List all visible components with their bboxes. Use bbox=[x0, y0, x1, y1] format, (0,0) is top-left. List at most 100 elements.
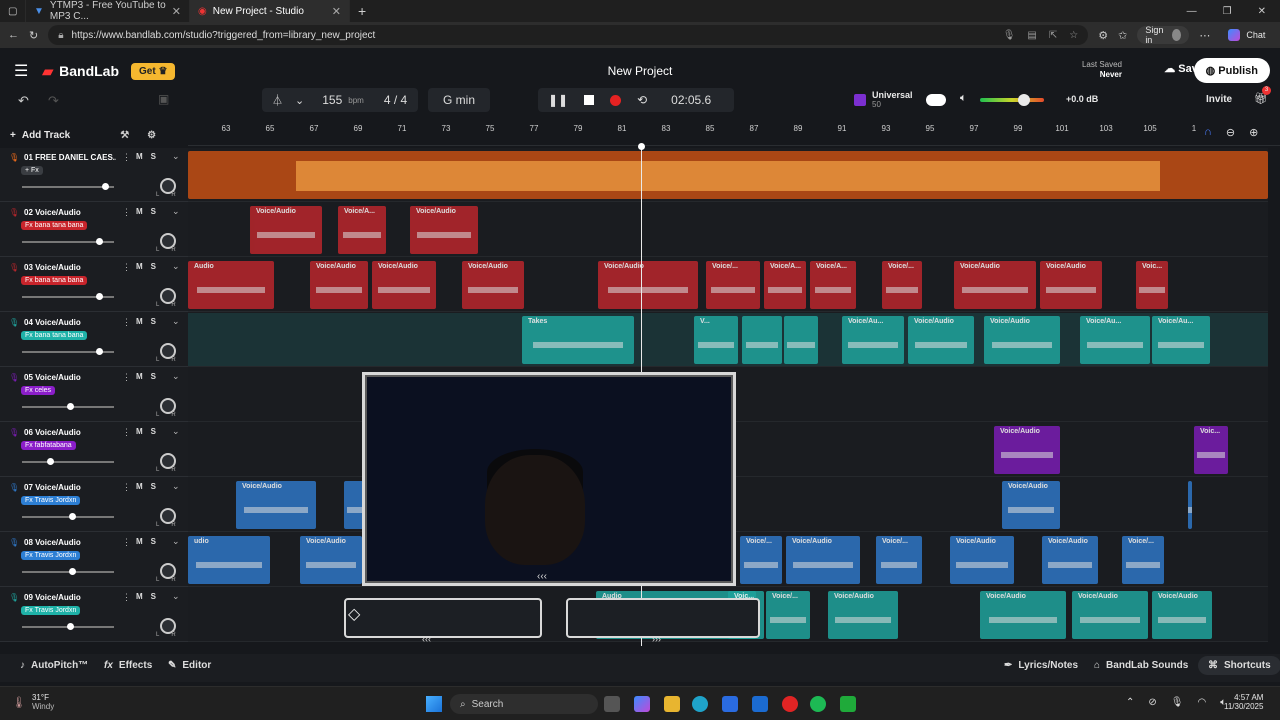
track-header[interactable]: 🎙︎ 07 Voice/Audio ⋮ MS ⌄ Fx Travis Jordxn LR bbox=[0, 478, 188, 532]
track-volume-slider[interactable] bbox=[22, 238, 114, 245]
key-selector[interactable]: G min bbox=[428, 88, 490, 112]
track-header[interactable]: 🎙︎ 01 FREE DANIEL CAES... ⋮ MS ⌄ + Fx LR bbox=[0, 148, 188, 202]
audio-clip[interactable]: Voic... bbox=[1136, 261, 1168, 309]
mixer-icon[interactable]: ▣ bbox=[158, 92, 169, 106]
chevron-down-icon[interactable]: ⌄ bbox=[172, 206, 180, 217]
master-volume-slider[interactable] bbox=[980, 94, 1044, 106]
weather-widget[interactable]: 🌡︎ 31°F Windy bbox=[12, 693, 54, 711]
track-menu-icon[interactable]: ⋮ bbox=[122, 317, 131, 328]
fx-badge[interactable]: Fx fabfatabana bbox=[21, 441, 76, 450]
track-menu-icon[interactable]: ⋮ bbox=[122, 152, 131, 163]
audio-clip[interactable]: Voice/Au... bbox=[1080, 316, 1150, 364]
copilot-app-icon[interactable] bbox=[634, 696, 650, 712]
chevron-down-icon[interactable]: ⌄ bbox=[172, 316, 180, 327]
track-volume-slider[interactable] bbox=[22, 623, 114, 630]
close-tab-icon[interactable]: ✕ bbox=[172, 5, 181, 18]
tab-ytmp3[interactable]: ▼ YTMP3 - Free YouTube to MP3 C... ✕ bbox=[26, 0, 190, 22]
audio-clip[interactable]: Voice/... bbox=[766, 591, 810, 639]
xbox-app-icon[interactable] bbox=[840, 696, 856, 712]
lyrics-notes-button[interactable]: ✒︎ Lyrics/Notes bbox=[1004, 660, 1078, 671]
audio-clip[interactable]: Audio bbox=[188, 261, 274, 309]
track-lane[interactable]: Takes V... Voice/Au... Voice/Audio Voice/Aud… bbox=[188, 313, 1268, 367]
zoom-in-icon[interactable]: ⊕ bbox=[1249, 126, 1258, 139]
mic-icon[interactable]: 🎙︎ bbox=[9, 428, 19, 437]
taskbar-search[interactable]: ⌕ Search bbox=[450, 694, 598, 714]
audio-clip[interactable]: Voice/Audio bbox=[372, 261, 436, 309]
audio-clip[interactable]: Voice/Audio bbox=[994, 426, 1060, 474]
mic-icon[interactable]: 🎙︎ bbox=[1003, 30, 1016, 41]
track-volume-slider[interactable] bbox=[22, 458, 114, 465]
tempo-control[interactable]: ⏃ ⌄ 155 bpm 4 / 4 bbox=[262, 88, 418, 112]
track-volume-slider[interactable] bbox=[22, 568, 114, 575]
track-name[interactable]: 06 Voice/Audio bbox=[24, 428, 116, 437]
undo-icon[interactable]: ↶ bbox=[18, 93, 29, 109]
tray-mic-icon[interactable]: 🎙︎ bbox=[1171, 697, 1184, 708]
volume-knob[interactable] bbox=[101, 183, 109, 190]
volume-knob[interactable] bbox=[46, 458, 54, 465]
audio-clip[interactable]: Voice/Audio bbox=[786, 536, 860, 584]
audio-clip[interactable] bbox=[784, 316, 818, 364]
track-name[interactable]: 04 Voice/Audio bbox=[24, 318, 116, 327]
extensions-icon[interactable]: ⚙︎ bbox=[1098, 29, 1108, 42]
chevron-down-icon[interactable]: ⌄ bbox=[172, 591, 180, 602]
tracks-settings-icon[interactable]: ⚙︎ bbox=[147, 130, 156, 141]
track-lane[interactable]: Voice/Audio Voice/A... Voice/Audio bbox=[188, 203, 1268, 257]
url-field[interactable]: 🔒︎ https://www.bandlab.com/studio?trigge… bbox=[48, 25, 1089, 45]
mic-icon[interactable]: 🎙︎ bbox=[9, 208, 19, 217]
window-menu-icon[interactable]: ▢ bbox=[0, 0, 26, 22]
add-track-button[interactable]: Add Track bbox=[22, 130, 70, 141]
track-menu-icon[interactable]: ⋮ bbox=[122, 537, 131, 548]
track-name[interactable]: 01 FREE DANIEL CAES... bbox=[24, 153, 116, 162]
bandlab-sounds-button[interactable]: ⌂ BandLab Sounds bbox=[1094, 660, 1188, 671]
speaker-icon[interactable]: 🔈︎ bbox=[960, 92, 967, 105]
track-name[interactable]: 03 Voice/Audio bbox=[24, 263, 116, 272]
tool-icon[interactable]: ⚒︎ bbox=[120, 130, 129, 141]
magnet-icon[interactable]: ∩ bbox=[1204, 126, 1212, 139]
audio-clip[interactable]: Voice/Audio bbox=[1072, 591, 1148, 639]
audio-clip[interactable]: udio bbox=[188, 536, 270, 584]
fx-badge[interactable]: Fx bana tana bana bbox=[21, 331, 88, 340]
track-header[interactable]: 🎙︎ 04 Voice/Audio ⋮ MS ⌄ Fx bana tana bana LR bbox=[0, 313, 188, 367]
chevron-down-icon[interactable]: ⌄ bbox=[295, 94, 304, 107]
track-name[interactable]: 08 Voice/Audio bbox=[24, 538, 116, 547]
chevron-down-icon[interactable]: ⌄ bbox=[172, 371, 180, 382]
volume-knob[interactable] bbox=[95, 238, 103, 245]
outlook-icon[interactable] bbox=[752, 696, 768, 712]
windows-start-icon[interactable] bbox=[426, 696, 442, 712]
fx-badge[interactable]: Fx Travis Jordxn bbox=[21, 496, 81, 505]
favorites-icon[interactable]: ✩ bbox=[1118, 29, 1127, 42]
playhead-handle[interactable] bbox=[638, 143, 645, 150]
mic-icon[interactable]: 🎙︎ bbox=[9, 153, 19, 162]
fx-badge[interactable]: Fx celes bbox=[21, 386, 56, 395]
more-icon[interactable]: ⋯ bbox=[1199, 29, 1210, 42]
chevron-down-icon[interactable]: ⌄ bbox=[172, 426, 180, 437]
audio-clip[interactable]: Voice/Audio bbox=[410, 206, 478, 254]
plus-icon[interactable]: + bbox=[10, 130, 16, 141]
record-icon[interactable] bbox=[610, 94, 622, 106]
signin-button[interactable]: Sign in bbox=[1137, 25, 1190, 45]
track-header[interactable]: 🎙︎ 08 Voice/Audio ⋮ MS ⌄ Fx Travis Jordxn LR bbox=[0, 533, 188, 587]
track-name[interactable]: 05 Voice/Audio bbox=[24, 373, 116, 382]
mute-solo-buttons[interactable]: MS bbox=[136, 427, 164, 436]
audio-clip[interactable]: Voice/... bbox=[1122, 536, 1164, 584]
audio-clip[interactable] bbox=[188, 151, 1268, 199]
publish-button[interactable]: ◍ Publish bbox=[1193, 58, 1270, 83]
track-menu-icon[interactable]: ⋮ bbox=[122, 372, 131, 383]
audio-clip[interactable]: Voice/Audio bbox=[1152, 591, 1212, 639]
media-icon[interactable]: ▤ bbox=[1027, 30, 1036, 41]
audio-clip[interactable]: Voice/... bbox=[882, 261, 922, 309]
chevron-down-icon[interactable]: ⌄ bbox=[172, 481, 180, 492]
volume-knob[interactable] bbox=[95, 293, 103, 300]
maximize-icon[interactable]: ❐ bbox=[1223, 6, 1232, 17]
fx-badge[interactable]: Fx bana tana bana bbox=[21, 276, 88, 285]
track-header[interactable]: 🎙︎ 06 Voice/Audio ⋮ MS ⌄ Fx fabfatabana LR bbox=[0, 423, 188, 477]
mute-solo-buttons[interactable]: MS bbox=[136, 482, 164, 491]
audio-clip[interactable]: Voice/Audio bbox=[300, 536, 362, 584]
track-menu-icon[interactable]: ⋮ bbox=[122, 207, 131, 218]
volume-knob[interactable] bbox=[68, 513, 76, 520]
spotify-icon[interactable] bbox=[810, 696, 826, 712]
track-volume-slider[interactable] bbox=[22, 513, 114, 520]
audio-clip[interactable]: Voice/Au... bbox=[1152, 316, 1210, 364]
close-tab-icon[interactable]: ✕ bbox=[332, 5, 341, 18]
preset-selector[interactable]: Universal 50 bbox=[854, 90, 913, 109]
